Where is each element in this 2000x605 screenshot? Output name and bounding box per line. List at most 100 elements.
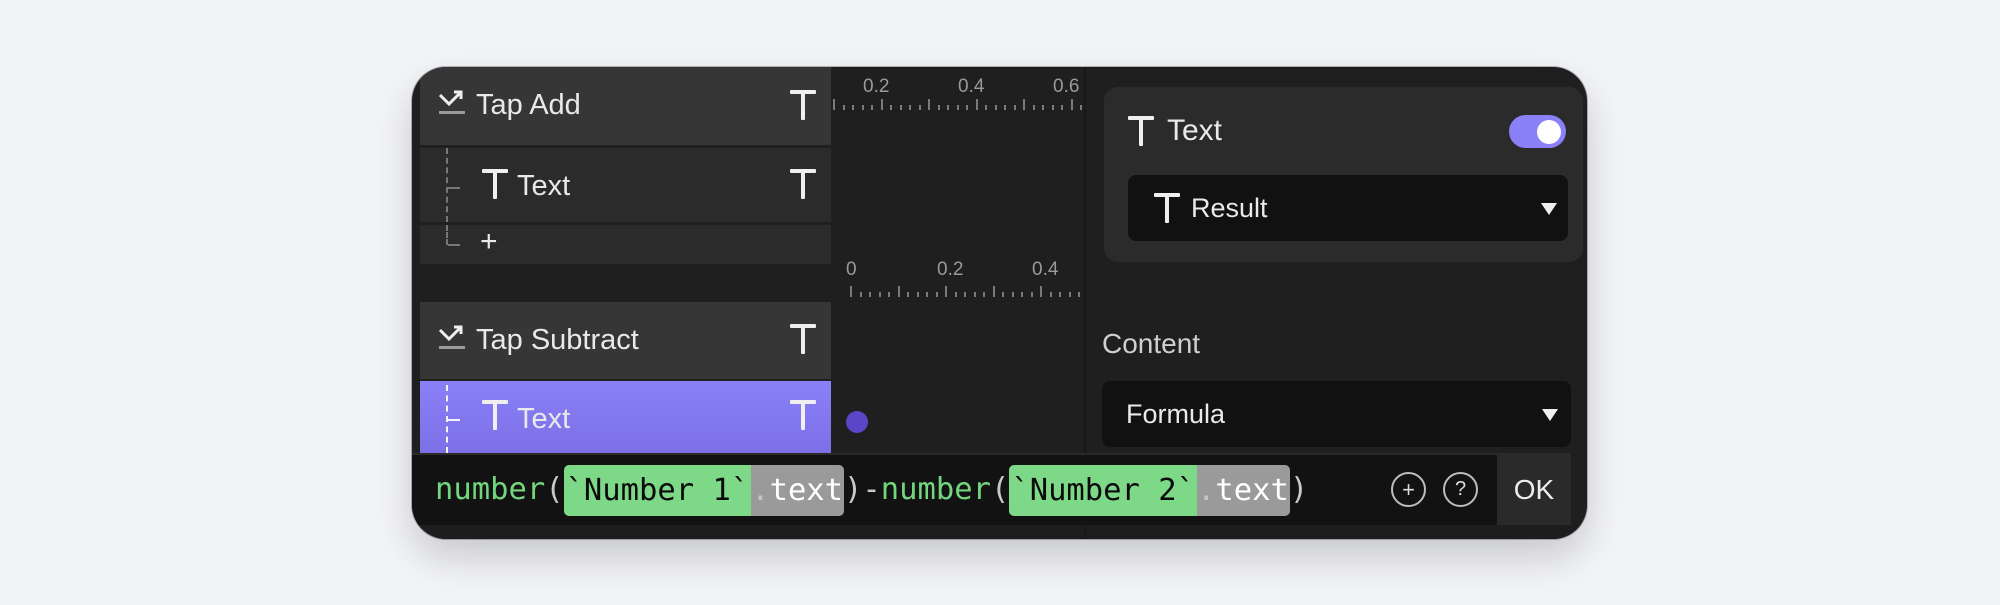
layer-row-tap-add[interactable]: Tap Add <box>420 67 831 145</box>
minor-tick <box>899 105 902 110</box>
plus-circle-icon[interactable]: + <box>1391 472 1426 507</box>
minor-tick <box>916 292 919 297</box>
time-ruler[interactable] <box>831 285 1084 297</box>
major-tick <box>897 286 900 297</box>
text-type-icon <box>790 324 816 354</box>
minor-tick <box>888 292 890 297</box>
panel-divider <box>1084 525 1086 539</box>
minor-tick <box>852 105 854 110</box>
minor-tick <box>909 105 911 110</box>
minor-tick <box>994 105 997 110</box>
content-label: Content <box>1102 328 1201 359</box>
minor-tick <box>1021 292 1023 297</box>
token-layer-name: `Number 1` <box>563 464 752 516</box>
minor-tick <box>926 292 928 297</box>
time-ruler[interactable] <box>831 98 1084 110</box>
bottom-strip <box>412 525 1587 539</box>
minor-tick <box>954 292 957 297</box>
token-property: .text <box>751 464 845 516</box>
minor-tick <box>1042 105 1044 110</box>
formula-token[interactable]: `Number 1` .text <box>563 464 845 516</box>
minor-tick <box>918 105 921 110</box>
text-type-icon <box>1154 193 1180 223</box>
minor-tick <box>1061 105 1063 110</box>
minor-tick <box>964 292 966 297</box>
text-type-icon <box>790 90 816 120</box>
major-tick <box>945 286 947 297</box>
formula-bar[interactable]: number(`Number 1` .text) - number(`Number 2… <box>412 453 1571 527</box>
content-type-value: Formula <box>1126 399 1226 429</box>
formula-input[interactable]: number(`Number 1` .text) - number(`Number 2… <box>435 464 1309 516</box>
add-child-button[interactable]: + <box>480 225 498 259</box>
minor-tick <box>1078 292 1080 297</box>
minor-tick <box>861 105 864 110</box>
gesture-tap-icon <box>438 325 465 349</box>
major-tick <box>850 286 852 297</box>
formula-paren: ) <box>1289 472 1309 507</box>
layer-row-text[interactable]: Text <box>420 148 831 222</box>
layer-name: Text <box>517 170 571 202</box>
minor-tick <box>1068 292 1071 297</box>
minor-tick <box>966 105 968 110</box>
keyframe-dot[interactable] <box>846 411 868 433</box>
layer-row-tap-subtract[interactable]: Tap Subtract <box>420 302 831 379</box>
layer-name: Tap Subtract <box>476 324 639 356</box>
property-panel: Text Result <box>1104 87 1583 262</box>
content-type-select[interactable]: Formula <box>1102 381 1571 447</box>
target-layer-value: Result <box>1191 193 1268 223</box>
minor-tick <box>890 105 892 110</box>
major-tick <box>880 99 883 110</box>
question-circle-icon[interactable]: ? <box>1443 472 1478 507</box>
major-tick <box>833 99 835 110</box>
time-label: 0.2 <box>863 76 890 97</box>
property-toggle[interactable] <box>1509 115 1566 148</box>
minor-tick <box>842 105 845 110</box>
minor-tick <box>878 292 881 297</box>
major-tick <box>1040 286 1042 297</box>
layer-name: Tap Add <box>476 89 581 121</box>
layer-row-text-selected[interactable]: Text <box>420 381 831 453</box>
time-label: 0.2 <box>937 259 964 280</box>
formula-function: number <box>880 472 991 507</box>
gesture-tap-icon <box>438 90 465 114</box>
minor-tick <box>1002 292 1004 297</box>
minor-tick <box>1004 105 1006 110</box>
minor-tick <box>956 105 959 110</box>
time-label: 0.4 <box>958 76 985 97</box>
formula-paren: ) <box>844 472 863 507</box>
text-type-icon <box>790 169 816 199</box>
token-property: .text <box>1196 464 1290 516</box>
formula-paren: ( <box>545 472 564 507</box>
text-type-icon <box>1128 116 1154 146</box>
major-tick <box>992 286 995 297</box>
target-layer-select[interactable]: Result <box>1128 175 1568 241</box>
tree-branch <box>448 419 460 421</box>
ok-button[interactable]: OK <box>1497 455 1571 525</box>
tree-branch <box>448 244 460 246</box>
text-type-icon <box>790 400 816 430</box>
interaction-editor-window: Tap Add Text + Tap Subtract Text 0.2 0.4… <box>412 67 1587 539</box>
minor-tick <box>1013 105 1016 110</box>
minor-tick <box>947 105 949 110</box>
minor-tick <box>1080 105 1082 110</box>
minor-tick <box>1059 292 1061 297</box>
time-label: 0.4 <box>1032 259 1059 280</box>
minor-tick <box>859 292 862 297</box>
minor-tick <box>907 292 909 297</box>
token-layer-name: `Number 2` <box>1009 464 1197 516</box>
minor-tick <box>1030 292 1033 297</box>
minor-tick <box>935 292 938 297</box>
minor-tick <box>869 292 871 297</box>
formula-token[interactable]: `Number 2` .text <box>1009 464 1290 516</box>
minor-tick <box>983 292 985 297</box>
caret-down-icon <box>1542 409 1558 421</box>
major-tick <box>1070 99 1073 110</box>
minor-tick <box>1051 105 1054 110</box>
minor-tick <box>871 105 873 110</box>
text-type-icon <box>482 400 508 430</box>
formula-function: number <box>435 472 546 507</box>
text-type-icon <box>482 169 508 199</box>
minor-tick <box>1049 292 1052 297</box>
major-tick <box>1023 99 1025 110</box>
add-child-row[interactable]: + <box>420 225 831 264</box>
